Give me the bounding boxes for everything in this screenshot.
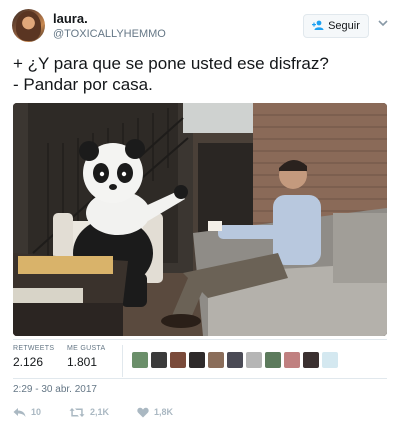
like-count: 1,8K xyxy=(154,407,174,417)
liker-avatar[interactable] xyxy=(322,352,338,368)
add-user-icon xyxy=(312,20,324,33)
follow-label: Seguir xyxy=(328,20,360,32)
retweets-value: 2.126 xyxy=(13,355,44,369)
tweet-text: + ¿Y para que se pone usted ese disfraz?… xyxy=(13,53,393,95)
avatar[interactable] xyxy=(12,9,45,42)
liker-avatar[interactable] xyxy=(151,352,167,368)
divider xyxy=(13,339,387,340)
likes-label: ME GUSTA xyxy=(67,345,106,352)
liker-avatar[interactable] xyxy=(246,352,262,368)
liker-avatar[interactable] xyxy=(132,352,148,368)
tweet-line: - Pandar por casa. xyxy=(13,75,153,94)
liker-avatar[interactable] xyxy=(227,352,243,368)
retweet-button[interactable]: 2,1K xyxy=(69,407,109,418)
like-button[interactable]: 1,8K xyxy=(137,407,173,418)
liker-avatars xyxy=(132,352,338,368)
tweet-header: laura. @TOXICALLYHEMMO Seguir xyxy=(0,0,400,50)
liker-avatar[interactable] xyxy=(170,352,186,368)
tweet-timestamp[interactable]: 2:29 - 30 abr. 2017 xyxy=(13,384,97,395)
chevron-down-icon[interactable] xyxy=(378,19,388,30)
divider xyxy=(13,378,387,379)
reply-icon xyxy=(13,407,26,418)
liker-avatar[interactable] xyxy=(284,352,300,368)
liker-avatar[interactable] xyxy=(265,352,281,368)
reply-count: 10 xyxy=(31,407,42,417)
tweet-actions: 10 2,1K 1,8K xyxy=(13,404,201,420)
tweet-stats: RETWEETS 2.126 ME GUSTA 1.801 xyxy=(13,345,387,377)
likes-stat[interactable]: ME GUSTA 1.801 xyxy=(67,345,105,369)
likes-value: 1.801 xyxy=(67,355,98,369)
heart-icon xyxy=(137,407,149,418)
retweets-label: RETWEETS xyxy=(13,345,55,352)
follow-button[interactable]: Seguir xyxy=(303,14,369,38)
retweet-count: 2,1K xyxy=(90,407,110,417)
liker-avatar[interactable] xyxy=(189,352,205,368)
reply-button[interactable]: 10 xyxy=(13,407,41,418)
tweet-photo[interactable] xyxy=(13,103,387,336)
liker-avatar[interactable] xyxy=(303,352,319,368)
tweet-line: + ¿Y para que se pone usted ese disfraz? xyxy=(13,54,329,73)
retweets-stat[interactable]: RETWEETS 2.126 xyxy=(13,345,54,369)
retweet-icon xyxy=(69,407,85,418)
stats-divider xyxy=(122,345,123,377)
user-name[interactable]: laura. xyxy=(53,11,88,26)
user-handle[interactable]: @TOXICALLYHEMMO xyxy=(53,28,166,40)
liker-avatar[interactable] xyxy=(208,352,224,368)
